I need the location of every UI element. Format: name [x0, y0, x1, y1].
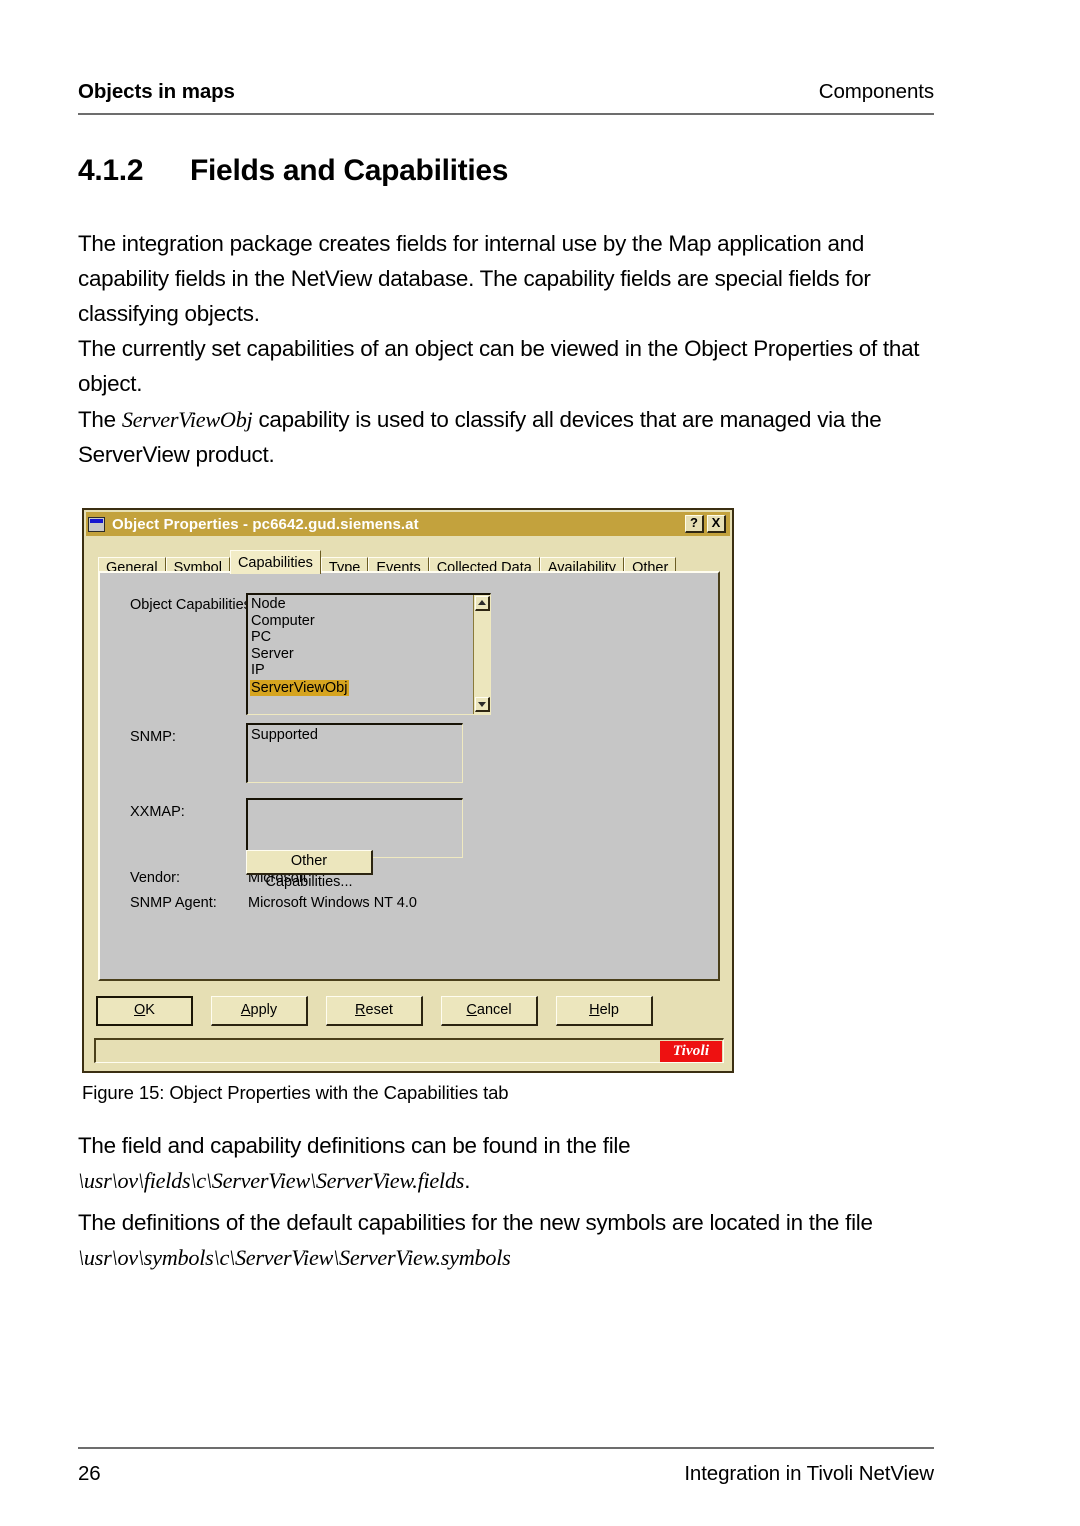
scroll-down-icon[interactable]	[475, 697, 490, 712]
fields-file-path: \usr\ov\fields\c\ServerView\ServerView.f…	[78, 1168, 465, 1193]
tab-capabilities[interactable]: Capabilities	[229, 550, 321, 574]
snmp-agent-label: SNMP Agent:	[130, 895, 217, 911]
running-head-right: Components	[818, 80, 934, 103]
paragraph-4: The field and capability definitions can…	[78, 1128, 936, 1198]
object-capabilities-label: Object Capabilities:	[130, 597, 255, 613]
cancel-button-mnemonic: C	[466, 1002, 477, 1018]
apply-button-label: pply	[250, 1002, 278, 1018]
capabilities-tab-page: Object Capabilities: Node Computer PC Se…	[98, 571, 720, 981]
list-item-selected-wrap: ServerViewObj	[250, 679, 455, 697]
snmp-agent-value: Microsoft Windows NT 4.0	[248, 895, 417, 911]
page-number: 26	[78, 1462, 101, 1485]
section-heading: 4.1.2 Fields and Capabilities	[78, 154, 934, 188]
snmp-label: SNMP:	[130, 729, 176, 745]
apply-button[interactable]: Apply	[211, 996, 308, 1026]
reset-button-label: eset	[365, 1002, 393, 1018]
dialog-title: Object Properties - pc6642.gud.siemens.a…	[112, 515, 419, 533]
section-number: 4.1.2	[78, 154, 144, 187]
paragraph-4-lead: The field and capability definitions can…	[78, 1133, 631, 1158]
titlebar-buttons: ? X	[685, 515, 726, 533]
list-item-selected[interactable]: ServerViewObj	[250, 679, 350, 696]
apply-button-mnemonic: A	[240, 1002, 251, 1018]
tivoli-logo: Tivoli	[660, 1040, 722, 1062]
dialog-statusbar: Tivoli	[94, 1038, 724, 1063]
reset-button[interactable]: Reset	[326, 996, 423, 1026]
paragraph-3: The ServerViewObj capability is used to …	[78, 402, 936, 472]
running-head: Objects in maps Components	[78, 80, 934, 104]
footer-rule	[78, 1447, 934, 1449]
vendor-label: Vendor:	[130, 870, 180, 886]
page-footer: 26 Integration in Tivoli NetView	[78, 1462, 934, 1486]
paragraph-5: The definitions of the default capabilit…	[78, 1205, 936, 1275]
list-item[interactable]: IP	[250, 662, 455, 679]
list-item[interactable]: Computer	[250, 613, 455, 630]
snmp-field[interactable]: Supported	[246, 723, 463, 783]
close-icon[interactable]: X	[707, 515, 726, 533]
symbols-file-path: \usr\ov\symbols\c\ServerView\ServerView.…	[78, 1245, 511, 1270]
list-item[interactable]: Server	[250, 646, 455, 663]
paragraph-3-lead: The	[78, 407, 122, 432]
ok-button-label: K	[145, 1002, 155, 1018]
document-page: Objects in maps Components 4.1.2 Fields a…	[0, 0, 1080, 1526]
help-titlebar-icon[interactable]: ?	[685, 515, 704, 533]
help-button[interactable]: Help	[556, 996, 653, 1026]
help-button-label: elp	[599, 1002, 619, 1018]
object-capabilities-listbox[interactable]: Node Computer PC Server IP ServerViewObj	[246, 593, 491, 715]
cancel-button[interactable]: Cancel	[441, 996, 538, 1026]
xxmap-label: XXMAP:	[130, 804, 185, 820]
list-item[interactable]: Node	[250, 596, 455, 613]
paragraph-5-lead: The definitions of the default capabilit…	[78, 1210, 873, 1235]
ok-button-mnemonic: O	[134, 1002, 146, 1018]
window-icon	[88, 516, 105, 532]
object-capabilities-items: Node Computer PC Server IP ServerViewObj	[250, 596, 455, 697]
header-rule	[78, 113, 934, 115]
paragraph-1: The integration package creates fields f…	[78, 231, 871, 326]
other-capabilities-button[interactable]: Other Capabilities...	[246, 850, 373, 890]
list-item[interactable]: PC	[250, 629, 455, 646]
book-title: Integration in Tivoli NetView	[684, 1462, 934, 1485]
section-title: Fields and Capabilities	[190, 154, 509, 187]
help-button-mnemonic: H	[589, 1002, 600, 1018]
scroll-up-icon[interactable]	[475, 596, 490, 611]
dialog-button-row: OK Apply Reset Cancel Help	[96, 996, 722, 1030]
paragraph-4-tail: .	[464, 1168, 471, 1193]
figure-caption: Figure 15: Object Properties with the Ca…	[82, 1082, 509, 1103]
cancel-button-label: ancel	[476, 1002, 512, 1018]
running-head-left: Objects in maps	[78, 80, 235, 103]
reset-button-mnemonic: R	[355, 1002, 366, 1018]
ok-button[interactable]: OK	[96, 996, 193, 1026]
paragraph-2: The currently set capabilities of an obj…	[78, 336, 920, 396]
object-properties-dialog: Object Properties - pc6642.gud.siemens.a…	[82, 508, 734, 1073]
serverviewobj-term: ServerViewObj	[121, 407, 253, 432]
xxmap-field[interactable]	[246, 798, 463, 858]
listbox-scrollbar[interactable]	[473, 595, 490, 714]
dialog-titlebar[interactable]: Object Properties - pc6642.gud.siemens.a…	[86, 512, 730, 536]
